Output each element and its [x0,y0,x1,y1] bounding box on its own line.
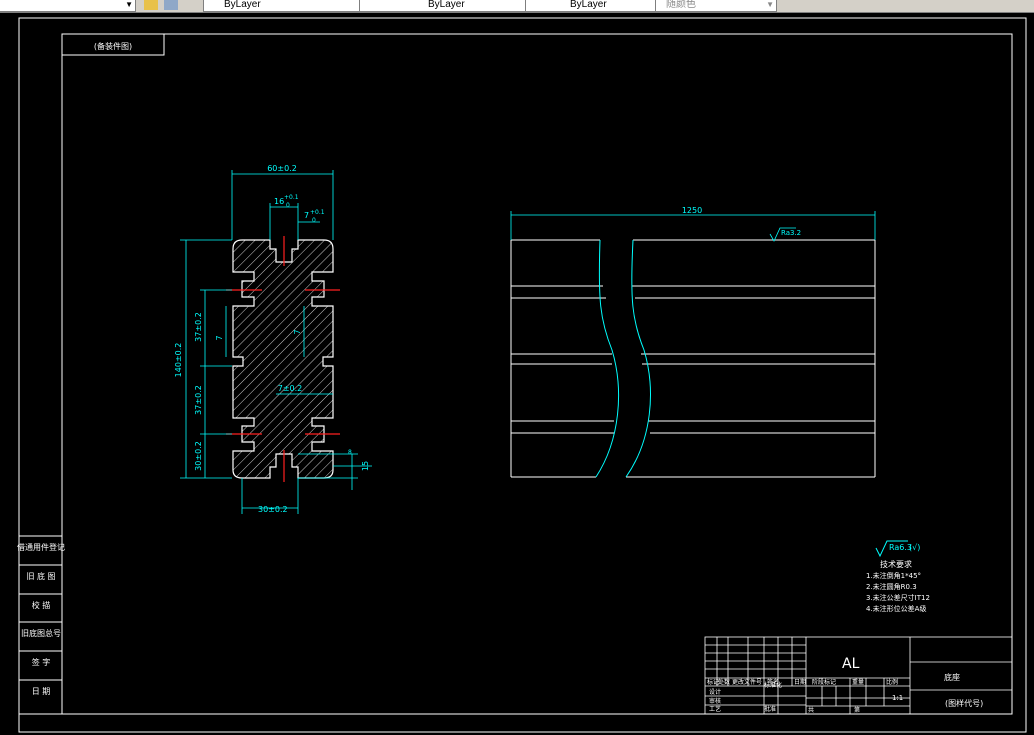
layer-previous-icon[interactable] [164,0,178,10]
dim-inner-horizontal: 7±0.2 [278,384,303,393]
layer-state-icon[interactable] [144,0,158,10]
dim-length: 1250 [682,206,702,215]
title-row-date: 日期 [794,678,806,686]
title-approve: 批准 [764,705,776,713]
left-panel-label-5: 签 字 [32,657,51,667]
title-drawing-no: (图样代号) [945,698,983,708]
title-design: 设计 [709,688,721,696]
title-process: 工艺 [709,705,721,713]
dim-side-1: 37±0.2 [194,312,203,342]
dim-slot-depth-tol-bot: 0 [312,217,316,224]
left-panel-label-6: 日 期 [32,687,51,696]
notes-title: 技术要求 [880,559,912,569]
title-check: 审核 [709,697,721,705]
dim-inner-vertical: 7 [215,335,224,340]
length-dimension [510,211,876,242]
title-part-name: 底座 [944,672,960,682]
title-standard: 标准化 [764,681,782,689]
roughness-general-suffix: (√) [909,543,920,552]
dim-overall-height: 140±0.2 [174,343,183,378]
dim-right-small: 8 [348,449,352,456]
title-row-count: 处数 [718,678,730,686]
plotstyle-dropdown[interactable]: 随颜色 ▼ [655,0,777,12]
title-sheet: 第 [854,706,860,714]
left-panel-label-1: 借通用件登记 [17,542,65,552]
dim-slot-depth-tol-top: +0.1 [310,209,325,216]
roughness-top: Ra3.2 [781,229,801,237]
left-panel-label-3: 校 描 [32,600,51,610]
drawing-canvas[interactable]: (备装件图) 借通用件登记 旧 底 图 校 描 旧底图总号 签 字 日 期 60… [0,12,1034,735]
title-sheets: 共 [808,706,814,714]
title-row-file: 更改文件号 [732,678,762,686]
title-weight: 重量 [852,678,864,686]
break-lines [595,239,651,478]
dim-slot-width: 16 [274,197,284,206]
notes-item-4: 4.未注形位公差A级 [866,604,926,613]
dim-bottom-width: 30±0.2 [258,505,288,514]
top-label: (备装件图) [94,41,132,51]
side-view [510,239,876,478]
title-ratio: 比例 [886,678,898,686]
title-stage: 阶段标记 [812,678,836,686]
left-panel-label-4: 旧底图总号 [21,628,61,638]
layer-dropdown[interactable]: ▼ [0,0,136,12]
title-material: AL [842,656,860,672]
notes-item-3: 3.未注公差尺寸IT12 [866,593,930,602]
color-dropdown[interactable]: ByLayer▼ [203,0,373,12]
dim-right-small-2: 15 [361,461,370,471]
dim-inner-vertical-2: 7 [293,329,302,334]
dim-slot-depth: 7 [304,211,309,220]
dim-slot-tol-bot: 0 [286,202,290,209]
dim-side-2: 37±0.2 [194,385,203,415]
dim-slot-tol-top: +0.1 [284,194,299,201]
dim-overall-width: 60±0.2 [267,164,297,173]
left-panel-label-2: 旧 底 图 [26,571,55,581]
notes-item-1: 1.未注倒角1*45° [866,571,921,580]
profile-section [232,239,334,479]
technical-notes: Ra6.3 (√) 技术要求 1.未注倒角1*45° 2.未注圆角R0.3 3.… [866,540,930,613]
title-scale: 1:1 [892,694,903,702]
notes-item-2: 2.未注圆角R0.3 [866,582,917,591]
dim-side-3: 30±0.2 [194,441,203,471]
